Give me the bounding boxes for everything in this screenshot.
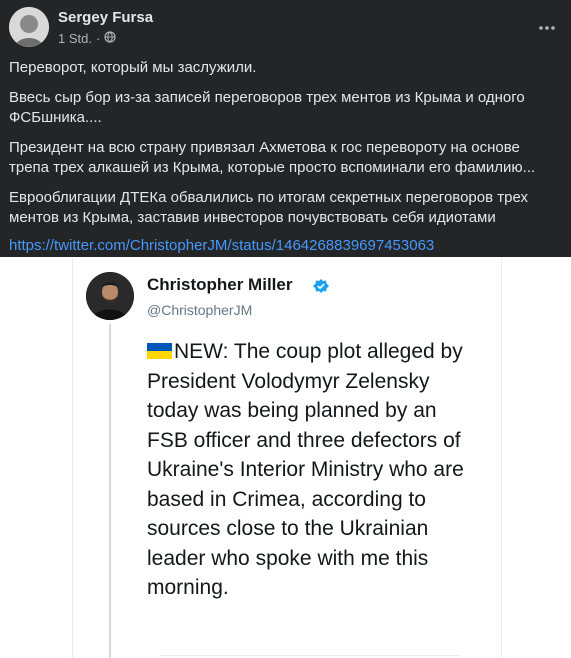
tweet-author-avatar (86, 272, 134, 320)
more-options-button[interactable] (533, 12, 561, 40)
tweet-body: NEW: The coup plot alleged by President … (147, 340, 464, 599)
ukraine-flag-icon (147, 343, 172, 359)
tweet-divider (160, 655, 460, 656)
post-paragraph: Переворот, который мы заслужили. (9, 59, 257, 76)
author-name[interactable]: Sergey Fursa (58, 9, 153, 26)
verified-icon (313, 279, 329, 298)
author-avatar[interactable] (9, 7, 49, 47)
post-paragraph: Ввесь сыр бор из-за записей переговоров … (9, 89, 525, 126)
post-paragraph: Президент на всю страну привязал Ахметов… (9, 139, 536, 176)
tweet-text: NEW: The coup plot alleged by President … (147, 337, 482, 603)
meta-separator: · (95, 31, 101, 46)
globe-icon (104, 31, 116, 46)
facebook-post: Sergey Fursa 1 Std. · Переворот, который… (0, 0, 571, 257)
thread-line (109, 324, 111, 658)
tweet-link[interactable]: https://twitter.com/ChristopherJM/status… (9, 237, 434, 254)
post-meta: 1 Std. · (58, 31, 116, 46)
more-icon (539, 17, 555, 35)
post-body: Переворот, который мы заслужили. Ввесь с… (9, 58, 559, 266)
post-time[interactable]: 1 Std. (58, 31, 92, 46)
tweet-author-name: Christopher Miller (147, 275, 293, 294)
tweet-border (501, 258, 502, 658)
post-paragraph: Еврооблигации ДТЕКа обвалились по итогам… (9, 189, 528, 226)
tweet-author-handle: @ChristopherJM (147, 302, 253, 318)
tweet-border (72, 258, 73, 658)
